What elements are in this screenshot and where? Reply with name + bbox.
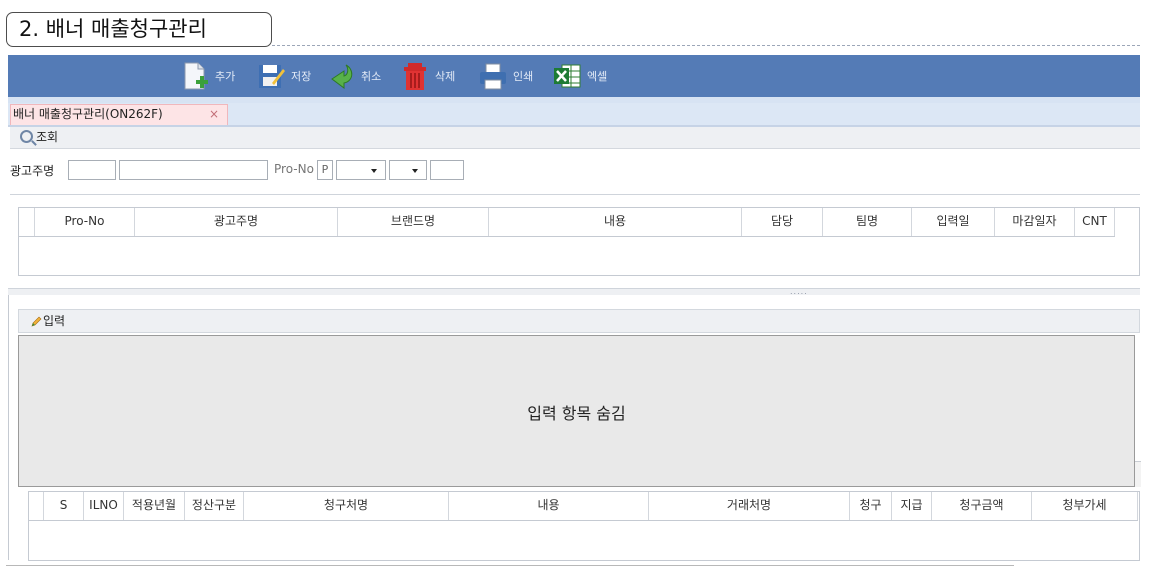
grid-col-payment[interactable]: 지급	[892, 492, 932, 520]
grid-col-input-date[interactable]: 입력일	[912, 208, 995, 236]
grid-col-billing-amount[interactable]: 청구금액	[932, 492, 1032, 520]
section-title: 2. 배너 매출청구관리	[6, 12, 272, 47]
grid-col-prono[interactable]: Pro-No	[35, 208, 135, 236]
grid-col-indicator	[29, 492, 44, 520]
grid-col-advertiser[interactable]: 광고주명	[135, 208, 338, 236]
grid-col-client[interactable]: 거래처명	[649, 492, 850, 520]
cancel-label: 취소	[361, 70, 382, 83]
grid-col-brand[interactable]: 브랜드명	[338, 208, 489, 236]
save-label: 저장	[291, 70, 312, 83]
search-panel-header[interactable]: 조회	[10, 127, 1140, 149]
print-button[interactable]: 인쇄	[478, 59, 533, 93]
cancel-button[interactable]: 취소	[326, 59, 381, 93]
excel-label: 엑셀	[587, 70, 608, 83]
advertiser-label: 광고주명	[10, 164, 55, 178]
add-document-icon	[184, 62, 208, 90]
input-hidden-panel: 입력 항목 숨김	[18, 335, 1135, 487]
search-icon	[20, 130, 33, 143]
project-grid-header: Pro-No 광고주명 브랜드명 내용 담당 팀명 입력일 마감일자 CNT	[19, 208, 1115, 237]
input-panel-title: 입력	[43, 314, 66, 328]
grid-col-s[interactable]: S	[44, 492, 84, 520]
chevron-down-icon	[371, 169, 377, 173]
search-panel-title: 조회	[36, 130, 59, 144]
chevron-down-icon	[412, 169, 418, 173]
undo-arrow-icon	[331, 64, 353, 89]
delete-button[interactable]: 삭제	[400, 59, 455, 93]
trash-icon	[404, 63, 426, 90]
input-hidden-message: 입력 항목 숨김	[527, 404, 626, 423]
add-button[interactable]: 추가	[180, 59, 235, 93]
grid-col-billing-vat[interactable]: 청부가세	[1032, 492, 1138, 520]
splitter-handle[interactable]: .....	[790, 288, 808, 296]
prono-extra-input[interactable]	[430, 160, 464, 180]
save-button[interactable]: 저장	[256, 59, 311, 93]
grid-col-content[interactable]: 내용	[489, 208, 742, 236]
input-panel-header[interactable]: 입력	[18, 309, 1140, 333]
grid-col-apply-month[interactable]: 적용년월	[124, 492, 185, 520]
toolbar: 추가 저장 취소 삭제 인쇄 엑셀	[8, 55, 1140, 97]
left-edge	[8, 295, 9, 560]
add-label: 추가	[215, 70, 236, 83]
grid-col-ilno[interactable]: ILNO	[84, 492, 124, 520]
pencil-icon	[31, 316, 42, 327]
save-icon	[259, 65, 285, 88]
panel-edge	[1135, 461, 1141, 487]
close-icon[interactable]: ×	[209, 105, 219, 124]
grid-col-manager[interactable]: 담당	[742, 208, 823, 236]
delete-label: 삭제	[435, 70, 456, 83]
billing-grid-header: S ILNO 적용년월 정산구분 청구처명 내용 거래처명 청구 지급 청구금액…	[29, 492, 1138, 521]
print-label: 인쇄	[513, 70, 534, 83]
printer-icon	[480, 63, 506, 90]
grid-col-billing[interactable]: 청구	[850, 492, 892, 520]
excel-icon	[554, 64, 581, 88]
prono-select-1[interactable]	[336, 160, 386, 180]
tab-label: 배너 매출청구관리(ON262F)	[13, 107, 163, 121]
advertiser-code-input[interactable]	[68, 160, 116, 180]
title-divider	[272, 45, 1140, 46]
splitter[interactable]	[8, 288, 1140, 295]
excel-button[interactable]: 엑셀	[552, 59, 607, 93]
grid-col-close-date[interactable]: 마감일자	[995, 208, 1075, 236]
grid-col-team[interactable]: 팀명	[823, 208, 912, 236]
project-grid[interactable]: Pro-No 광고주명 브랜드명 내용 담당 팀명 입력일 마감일자 CNT	[18, 207, 1140, 276]
grid-col-indicator	[19, 208, 35, 236]
grid-col-cnt[interactable]: CNT	[1075, 208, 1115, 236]
advertiser-name-input[interactable]	[119, 160, 268, 180]
search-separator	[10, 194, 1140, 195]
bottom-line	[6, 565, 1014, 566]
billing-grid[interactable]: S ILNO 적용년월 정산구분 청구처명 내용 거래처명 청구 지급 청구금액…	[28, 491, 1140, 561]
tab-banner-sales-billing[interactable]: 배너 매출청구관리(ON262F) ×	[10, 104, 228, 125]
prono-prefix-field[interactable]: P	[317, 160, 333, 180]
prono-label: Pro-No	[274, 162, 314, 176]
grid-col-content[interactable]: 내용	[449, 492, 649, 520]
prono-select-2[interactable]	[389, 160, 427, 180]
grid-col-billing-party[interactable]: 청구처명	[244, 492, 449, 520]
grid-col-settlement-type[interactable]: 정산구분	[185, 492, 244, 520]
